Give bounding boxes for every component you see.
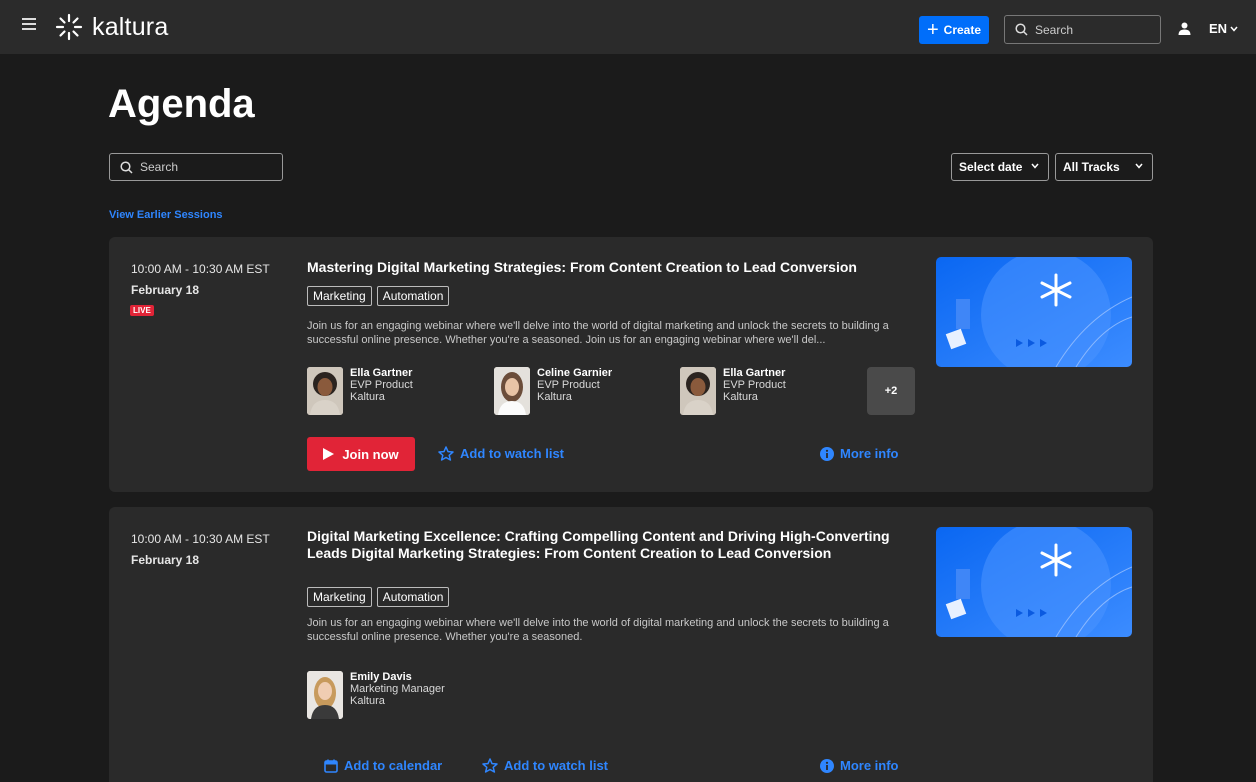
speaker-company: Kaltura (350, 391, 385, 403)
menu-icon[interactable] (22, 18, 36, 30)
add-to-calendar-label: Add to calendar (344, 758, 443, 773)
session-card: 10:00 AM - 10:30 AM EST February 18 LIVE… (109, 237, 1153, 492)
speaker-avatar (307, 671, 343, 719)
language-label: EN (1209, 21, 1228, 36)
session-time: 10:00 AM - 10:30 AM EST (131, 262, 270, 276)
header-search-input[interactable]: Search (1004, 15, 1161, 44)
speaker[interactable]: Ella Gartner EVP Product Kaltura (680, 367, 786, 415)
session-thumbnail[interactable] (936, 527, 1132, 637)
session-description: Join us for an engaging webinar where we… (307, 617, 889, 643)
speaker-info: Ella Gartner EVP Product Kaltura (350, 367, 413, 415)
live-badge: LIVE (130, 305, 154, 316)
more-info-button[interactable]: More info (820, 446, 899, 461)
session-date: February 18 (131, 553, 200, 567)
tag[interactable]: Automation (376, 286, 450, 306)
star-outline-icon (438, 446, 454, 461)
session-date: February 18 (131, 283, 200, 297)
speaker-role: EVP Product (350, 379, 413, 391)
add-to-watch-list-button[interactable]: Add to watch list (438, 446, 564, 461)
session-title[interactable]: Digital Marketing Excellence: Crafting C… (307, 528, 897, 562)
session-thumbnail[interactable] (936, 257, 1132, 367)
plus-icon: + (926, 19, 939, 41)
agenda-search-input[interactable]: Search (109, 153, 283, 181)
add-to-calendar-button[interactable]: Add to calendar (324, 758, 442, 773)
session-card: 10:00 AM - 10:30 AM EST February 18 Digi… (109, 507, 1153, 782)
session-description: Join us for an engaging webinar where we… (307, 320, 889, 346)
more-info-label: More info (840, 758, 899, 773)
star-outline-icon (482, 758, 498, 773)
tag[interactable]: Automation (376, 587, 450, 607)
view-earlier-sessions-link[interactable]: View Earlier Sessions (109, 209, 223, 221)
speaker-company: Kaltura (350, 695, 385, 707)
select-date-label: Select date (959, 160, 1023, 174)
speaker[interactable]: Emily Davis Marketing Manager Kaltura (307, 671, 445, 719)
kaltura-logo-icon (55, 13, 83, 41)
create-button[interactable]: + Create (919, 16, 989, 44)
calendar-icon (324, 759, 338, 773)
tracks-dropdown[interactable]: All Tracks (1055, 153, 1153, 181)
create-label: Create (943, 23, 982, 37)
info-icon (820, 446, 834, 461)
search-icon (1015, 23, 1028, 36)
chevron-down-icon (1230, 26, 1238, 32)
speaker-avatar (494, 367, 530, 415)
speaker-role: EVP Product (723, 379, 786, 391)
agenda-search-placeholder: Search (140, 160, 179, 174)
more-speakers-button[interactable]: +2 (867, 367, 915, 415)
speaker-name: Ella Gartner (723, 367, 786, 379)
speaker-info: Emily Davis Marketing Manager Kaltura (350, 671, 445, 719)
speaker-company: Kaltura (537, 391, 572, 403)
speaker-role: EVP Product (537, 379, 600, 391)
speaker-role: Marketing Manager (350, 683, 445, 695)
speaker-info: Celine Garnier EVP Product Kaltura (537, 367, 612, 415)
session-time: 10:00 AM - 10:30 AM EST (131, 532, 270, 546)
logo-text: kaltura (92, 12, 169, 41)
session-tags: Marketing Automation (307, 286, 454, 306)
more-info-button[interactable]: More info (820, 758, 899, 773)
speaker-info: Ella Gartner EVP Product Kaltura (723, 367, 786, 415)
play-icon (323, 448, 335, 460)
add-to-watch-list-label: Add to watch list (504, 758, 608, 773)
page-title: Agenda (108, 82, 255, 126)
select-date-dropdown[interactable]: Select date (951, 153, 1049, 181)
join-now-button[interactable]: Join now (307, 437, 415, 471)
speaker-avatar (307, 367, 343, 415)
user-icon[interactable] (1178, 22, 1191, 35)
add-to-watch-list-label: Add to watch list (460, 446, 564, 461)
more-info-label: More info (840, 446, 899, 461)
add-to-watch-list-button[interactable]: Add to watch list (482, 758, 608, 773)
session-title[interactable]: Mastering Digital Marketing Strategies: … (307, 259, 897, 276)
info-icon (820, 758, 834, 773)
speaker-name: Ella Gartner (350, 367, 413, 379)
speaker[interactable]: Celine Garnier EVP Product Kaltura (494, 367, 612, 415)
speaker-company: Kaltura (723, 391, 758, 403)
chevron-down-icon (1031, 163, 1039, 169)
top-bar: kaltura + Create Search EN (0, 0, 1256, 54)
kaltura-logo[interactable]: kaltura (54, 12, 168, 42)
tag[interactable]: Marketing (307, 286, 372, 306)
tracks-label: All Tracks (1063, 160, 1120, 174)
join-now-label: Join now (342, 446, 399, 462)
search-icon (120, 160, 133, 174)
speaker-name: Emily Davis (350, 671, 412, 683)
session-tags: Marketing Automation (307, 587, 454, 607)
speaker[interactable]: Ella Gartner EVP Product Kaltura (307, 367, 413, 415)
speaker-avatar (680, 367, 716, 415)
tag[interactable]: Marketing (307, 587, 372, 607)
header-search-placeholder: Search (1035, 22, 1074, 37)
language-selector[interactable]: EN (1209, 21, 1238, 36)
speaker-name: Celine Garnier (537, 367, 613, 379)
chevron-down-icon (1135, 163, 1143, 169)
